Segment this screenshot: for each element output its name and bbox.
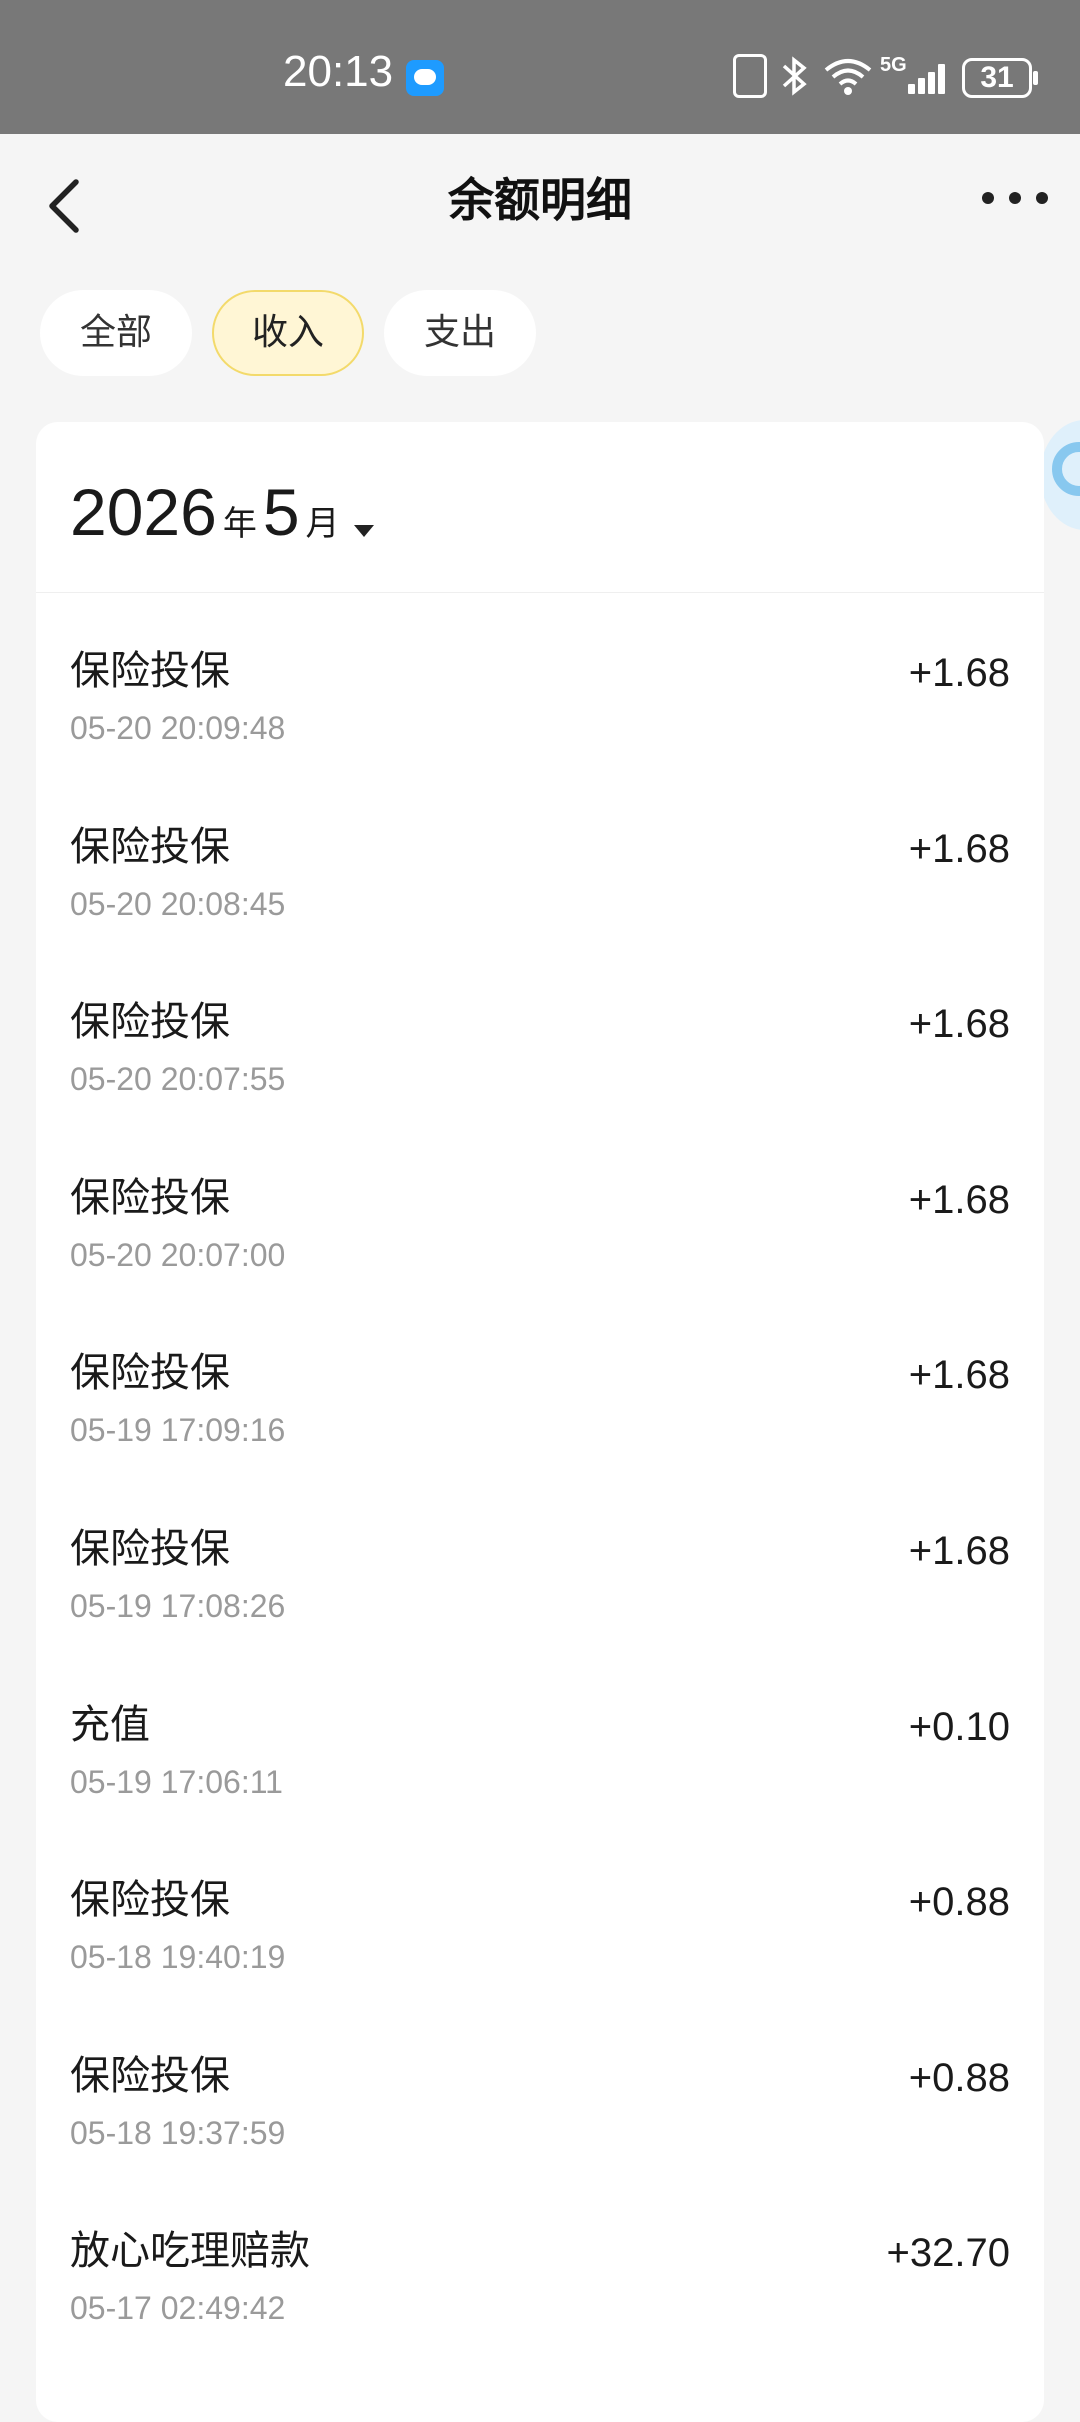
transaction-amount: +0.88: [908, 1880, 1010, 1925]
transaction-row[interactable]: 保险投保 05-19 17:09:16 +1.68: [36, 1322, 1044, 1498]
page-title: 余额明细: [448, 173, 632, 227]
caret-down-icon: [353, 524, 374, 537]
transaction-time: 05-19 17:09:16: [70, 1412, 286, 1449]
transaction-row[interactable]: 保险投保 05-20 20:07:55 +1.68: [36, 971, 1044, 1147]
transaction-amount: +1.68: [908, 1002, 1010, 1047]
transaction-amount: +32.70: [886, 2231, 1010, 2276]
transaction-time: 05-20 20:07:55: [70, 1061, 286, 1098]
transaction-time: 05-20 20:09:48: [70, 710, 286, 746]
transaction-amount: +1.68: [908, 651, 1010, 695]
transaction-title: 充值: [70, 1701, 150, 1748]
transaction-row[interactable]: 保险投保 05-20 20:08:45 +1.68: [36, 796, 1044, 972]
transaction-amount: +1.68: [908, 1528, 1010, 1573]
message-notification-icon: [406, 60, 444, 96]
transaction-time: 05-20 20:08:45: [70, 885, 286, 922]
transaction-row[interactable]: 充值 05-19 17:06:11 +0.10: [36, 1674, 1044, 1850]
transaction-title: 保险投保: [70, 2052, 230, 2099]
transaction-title: 保险投保: [70, 1174, 230, 1221]
transaction-time: 05-19 17:08:26: [70, 1587, 286, 1624]
battery-level: 31: [980, 61, 1014, 94]
month-unit: 月: [305, 504, 340, 544]
transaction-time: 05-19 17:06:11: [70, 1763, 283, 1800]
transaction-time: 05-17 02:49:42: [70, 2290, 286, 2327]
transaction-row[interactable]: 保险投保 05-18 19:40:19 +0.88: [36, 1849, 1044, 2025]
selected-year: 2026: [70, 475, 217, 549]
month-selector[interactable]: 2026 年5 月: [70, 472, 374, 552]
transaction-title: 保险投保: [70, 1350, 230, 1397]
more-options-button[interactable]: [980, 174, 1050, 224]
transaction-amount: +1.68: [908, 1353, 1010, 1398]
transaction-title: 保险投保: [70, 999, 230, 1046]
battery-icon: 31: [962, 58, 1038, 98]
bluetooth-icon: [780, 54, 810, 98]
status-time: 20:13: [283, 47, 394, 96]
transaction-row[interactable]: 保险投保 05-20 20:09:48 +1.68: [36, 620, 1044, 796]
transaction-amount: +1.68: [908, 826, 1010, 871]
status-bar: 20:13 5G 31: [0, 0, 1080, 134]
nav-bar: 余额明细: [0, 134, 1080, 264]
transaction-row[interactable]: 保险投保 05-20 20:07:00 +1.68: [36, 1147, 1044, 1323]
tab-expense[interactable]: 支出: [384, 290, 536, 376]
transaction-title: 保险投保: [70, 1525, 230, 1572]
more-dots-icon: [982, 192, 994, 204]
transaction-title: 保险投保: [70, 648, 230, 694]
transaction-amount: +1.68: [908, 1177, 1010, 1222]
year-unit: 年: [222, 504, 257, 544]
nfc-icon: [733, 54, 767, 98]
transaction-list: 保险投保 05-20 20:09:48 +1.68 保险投保 05-20 20:…: [36, 620, 1044, 2376]
selected-month: 5: [262, 475, 300, 549]
transaction-amount: +0.10: [908, 1704, 1010, 1749]
floating-assistant-button[interactable]: [1040, 420, 1080, 530]
transaction-title: 保险投保: [70, 823, 230, 870]
transaction-row[interactable]: 保险投保 05-18 19:37:59 +0.88: [36, 2025, 1044, 2201]
transactions-card: 2026 年5 月 保险投保 05-20 20:09:48 +1.68 保险投保 0…: [36, 422, 1044, 2422]
transaction-time: 05-18 19:37:59: [70, 2114, 286, 2151]
transaction-amount: +0.88: [908, 2055, 1010, 2100]
tab-income[interactable]: 收入: [212, 290, 364, 376]
transaction-title: 放心吃理赔款: [70, 2228, 310, 2275]
cellular-signal-icon: 5G: [880, 54, 950, 98]
tab-all[interactable]: 全部: [40, 290, 192, 376]
divider: [36, 592, 1044, 593]
transaction-row[interactable]: 放心吃理赔款 05-17 02:49:42 +32.70: [36, 2200, 1044, 2376]
wifi-icon: [822, 54, 874, 98]
transaction-time: 05-20 20:07:00: [70, 1236, 286, 1273]
transaction-row[interactable]: 保险投保 05-19 17:08:26 +1.68: [36, 1498, 1044, 1674]
network-type: 5G: [880, 54, 907, 76]
transaction-time: 05-18 19:40:19: [70, 1939, 286, 1976]
transaction-title: 保险投保: [70, 1877, 230, 1924]
